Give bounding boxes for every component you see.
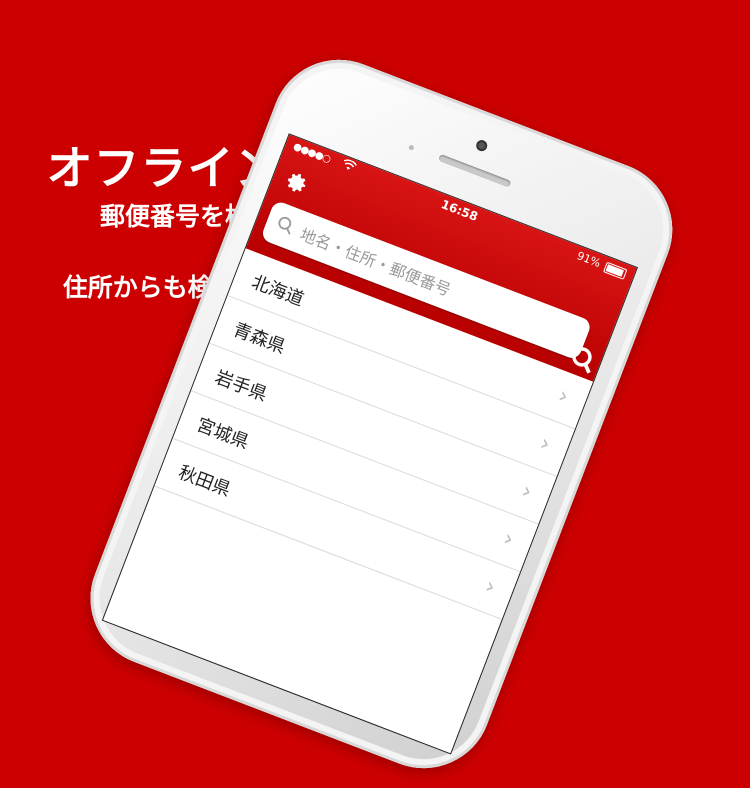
- battery-icon: [603, 261, 628, 280]
- search-field-icon: [274, 214, 297, 237]
- front-camera: [474, 138, 489, 153]
- prefecture-label: 青森県: [230, 319, 289, 359]
- chevron-right-icon: ›: [499, 526, 518, 553]
- proximity-sensor: [408, 144, 415, 151]
- prefecture-label: 岩手県: [211, 366, 270, 406]
- earpiece-speaker: [437, 153, 512, 188]
- battery-percent: 91%: [575, 249, 603, 271]
- chevron-right-icon: ›: [481, 573, 499, 601]
- prefecture-label: 北海道: [248, 271, 307, 311]
- chevron-right-icon: ›: [518, 478, 536, 506]
- prefecture-label: 宮城県: [193, 414, 252, 454]
- chevron-right-icon: ›: [536, 430, 554, 458]
- gear-icon[interactable]: [279, 166, 313, 200]
- prefecture-label: 秋田県: [175, 462, 234, 502]
- status-right: 91%: [575, 249, 628, 280]
- chevron-right-icon: ›: [554, 383, 572, 410]
